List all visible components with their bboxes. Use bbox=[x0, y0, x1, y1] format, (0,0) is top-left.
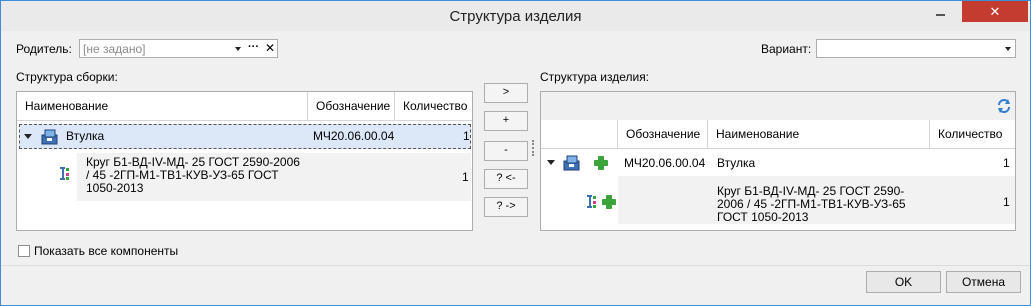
bottom-divider bbox=[1, 265, 1030, 266]
product-part-name: Круг Б1-ВД-IV-МД- 25 ГОСТ 2590-2006 / 45… bbox=[717, 184, 906, 224]
part-icon bbox=[60, 167, 69, 180]
parent-more-icon[interactable]: ··· bbox=[248, 41, 259, 53]
product-row-qty: 1 bbox=[1003, 156, 1010, 170]
minimize-icon bbox=[936, 14, 945, 16]
product-part-qty: 1 bbox=[1003, 195, 1010, 209]
assembly-col-qty[interactable]: Количество bbox=[395, 92, 472, 120]
dialog-window: Структура изделия ✕ Родитель: [не задано… bbox=[0, 0, 1031, 306]
cancel-button[interactable]: Отмена bbox=[946, 271, 1021, 293]
close-button[interactable]: ✕ bbox=[962, 1, 1028, 22]
variant-label: Вариант: bbox=[761, 42, 812, 56]
remove-button[interactable]: - bbox=[484, 141, 528, 161]
assembly-title: Структура сборки: bbox=[16, 70, 118, 84]
assembly-header: Наименование Обозначение Количество bbox=[17, 92, 472, 121]
show-all-label: Показать все компоненты bbox=[34, 244, 179, 258]
query-left-button[interactable]: ? <- bbox=[484, 169, 528, 189]
product-row-part[interactable]: Круг Б1-ВД-IV-МД- 25 ГОСТ 2590-2006 / 45… bbox=[541, 176, 1015, 224]
variant-dropdown-icon[interactable] bbox=[1005, 47, 1011, 51]
product-row-designation: МЧ20.06.00.04 bbox=[624, 156, 706, 170]
variant-select[interactable] bbox=[816, 39, 1016, 58]
product-title: Структура изделия: bbox=[540, 70, 650, 84]
assembly-icon bbox=[41, 129, 58, 145]
parent-label: Родитель: bbox=[16, 42, 72, 56]
splitter-handle[interactable] bbox=[532, 140, 536, 156]
product-col-designation[interactable]: Обозначение bbox=[618, 120, 708, 148]
ok-button[interactable]: OK bbox=[866, 271, 941, 293]
parent-placeholder: [не задано] bbox=[83, 42, 146, 56]
add-green-icon bbox=[602, 195, 616, 209]
minimize-button[interactable] bbox=[918, 1, 962, 22]
show-all-checkbox[interactable] bbox=[18, 245, 30, 257]
assembly-col-name[interactable]: Наименование bbox=[17, 92, 308, 120]
assembly-row-designation: МЧ20.06.00.04 bbox=[313, 129, 395, 143]
assembly-row-qty: 1 bbox=[463, 129, 470, 143]
assembly-tree[interactable]: Наименование Обозначение Количество Втул… bbox=[16, 91, 473, 231]
product-col-name[interactable]: Наименование bbox=[708, 120, 930, 148]
collapse-icon[interactable] bbox=[24, 134, 32, 139]
parent-clear-icon[interactable]: ✕ bbox=[265, 41, 275, 55]
product-col-qty[interactable]: Количество bbox=[930, 120, 1015, 148]
product-assembly-icon bbox=[563, 155, 580, 171]
assembly-row-selected[interactable]: Втулка МЧ20.06.00.04 1 bbox=[19, 124, 471, 149]
product-part-bg: Круг Б1-ВД-IV-МД- 25 ГОСТ 2590-2006 / 45… bbox=[618, 176, 1015, 224]
window-title: Структура изделия bbox=[449, 8, 582, 25]
product-part-icon bbox=[587, 195, 596, 208]
move-right-button[interactable]: > bbox=[484, 83, 528, 103]
assembly-part-qty: 1 bbox=[462, 170, 469, 184]
assembly-row-part[interactable]: Круг Б1-ВД-IV-МД- 25 ГОСТ 2590-2006 / 45… bbox=[77, 153, 471, 201]
product-row-assembly[interactable]: МЧ20.06.00.04 Втулка 1 bbox=[541, 150, 1015, 176]
product-col-icons bbox=[541, 120, 618, 148]
product-row-name: Втулка bbox=[717, 156, 756, 170]
product-header: Обозначение Наименование Количество bbox=[541, 120, 1015, 149]
assembly-col-designation[interactable]: Обозначение bbox=[308, 92, 395, 120]
assembly-row-name: Втулка bbox=[66, 129, 105, 143]
query-right-button[interactable]: ? -> bbox=[484, 197, 528, 217]
product-tree[interactable]: Обозначение Наименование Количество МЧ20… bbox=[540, 91, 1016, 231]
product-toolbar bbox=[541, 92, 1015, 120]
refresh-icon[interactable] bbox=[996, 98, 1012, 114]
title-bar: Структура изделия ✕ bbox=[1, 1, 1030, 31]
assembly-part-name: Круг Б1-ВД-IV-МД- 25 ГОСТ 2590-2006 / 45… bbox=[86, 155, 300, 195]
product-collapse-icon[interactable] bbox=[547, 160, 555, 165]
close-icon: ✕ bbox=[989, 4, 1001, 19]
add-button[interactable]: + bbox=[484, 111, 528, 131]
parent-dropdown-icon[interactable] bbox=[235, 47, 241, 51]
parent-field[interactable]: [не задано] ··· ✕ bbox=[79, 39, 278, 58]
add-green-icon bbox=[594, 156, 608, 170]
